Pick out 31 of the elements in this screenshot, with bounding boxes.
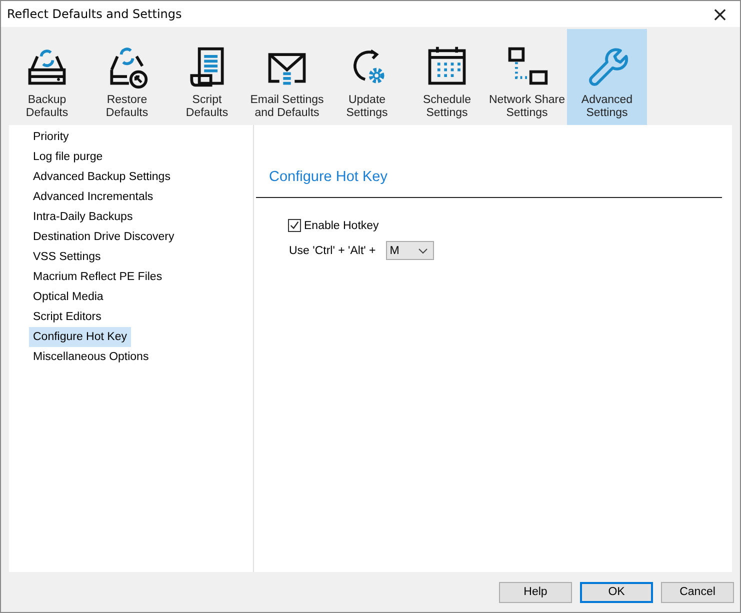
- dialog-button[interactable]: OK: [580, 582, 653, 602]
- sidebar-item[interactable]: Miscellaneous Options: [29, 347, 153, 367]
- caret-icon: [418, 248, 428, 254]
- window-title: Reflect Defaults and Settings: [7, 7, 182, 21]
- close-button[interactable]: ×: [700, 1, 740, 27]
- hotkey-label: Use 'Ctrl' + 'Alt' +: [289, 244, 376, 256]
- key-dropdown[interactable]: M: [386, 241, 434, 260]
- sidebar-item[interactable]: Script Editors: [29, 307, 106, 327]
- sidebar-item[interactable]: Optical Media: [29, 287, 108, 307]
- settings-tab[interactable]: Email Settings and Defaults: [247, 29, 327, 125]
- sidebar-item[interactable]: Advanced Backup Settings: [29, 167, 174, 187]
- sidebar-item[interactable]: Configure Hot Key: [29, 327, 131, 347]
- sidebar-item[interactable]: Macrium Reflect PE Files: [29, 267, 166, 287]
- settings-tab[interactable]: Restore Defaults: [87, 29, 167, 125]
- dialog-button[interactable]: Cancel: [661, 582, 734, 602]
- sidebar-item[interactable]: Log file purge: [29, 147, 107, 167]
- settings-tab[interactable]: Advanced Settings: [567, 29, 647, 125]
- sidebar-item[interactable]: Advanced Incrementals: [29, 187, 158, 207]
- checkbox[interactable]: [288, 219, 301, 232]
- sidebar-item[interactable]: Intra-Daily Backups: [29, 207, 137, 227]
- sidebar-item[interactable]: Destination Drive Discovery: [29, 227, 178, 247]
- sidebar-item[interactable]: Priority: [29, 127, 73, 147]
- checkbox-label: Enable Hotkey: [304, 220, 379, 232]
- settings-tab[interactable]: Script Defaults: [167, 29, 247, 125]
- settings-tab[interactable]: Backup Defaults: [7, 29, 87, 125]
- settings-tab[interactable]: Update Settings: [327, 29, 407, 125]
- settings-tab[interactable]: Network Share Settings: [487, 29, 567, 125]
- dialog-button[interactable]: Help: [499, 582, 572, 602]
- settings-tab[interactable]: Schedule Settings: [407, 29, 487, 125]
- section-heading: Configure Hot Key: [268, 169, 388, 185]
- sidebar-item[interactable]: VSS Settings: [29, 247, 105, 267]
